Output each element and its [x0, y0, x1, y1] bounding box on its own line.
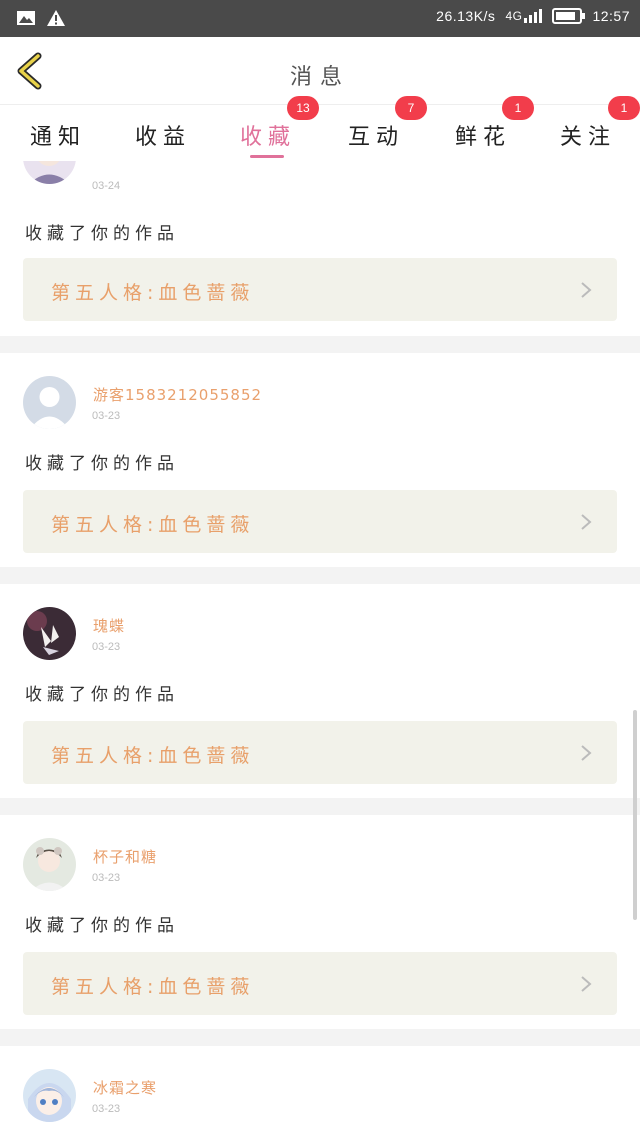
list-item: 冰霜之寒 03-23 — [0, 1046, 640, 1138]
chevron-right-icon — [581, 514, 592, 530]
tab-label: 鲜花 — [454, 125, 511, 150]
image-icon — [17, 11, 35, 25]
battery-icon — [552, 8, 586, 24]
clock: 12:57 — [592, 8, 630, 24]
timestamp: 03-23 — [92, 1103, 121, 1115]
avatar[interactable] — [23, 161, 76, 184]
tab-bar: 通知 收益 收藏 互动 鲜花 关注 — [0, 105, 640, 161]
avatar[interactable] — [23, 838, 76, 891]
interactions-badge: 7 — [395, 96, 427, 120]
work-link[interactable]: 第五人格:血色蔷薇 — [23, 952, 617, 1015]
timestamp: 03-23 — [92, 410, 121, 422]
timestamp: 03-23 — [92, 641, 121, 653]
status-bar: 26.13K/s 4G 12:57 — [0, 0, 640, 37]
tab-label: 收益 — [134, 125, 191, 150]
action-text: 收藏了你的作品 — [25, 454, 179, 474]
list-item: 瑰蝶 03-23 收藏了你的作品 第五人格:血色蔷薇 — [0, 584, 640, 798]
favorites-list[interactable]: 03-24 收藏了你的作品 第五人格:血色蔷薇 游客1583212055852 … — [0, 161, 640, 1138]
action-text: 收藏了你的作品 — [25, 224, 179, 244]
list-item: 杯子和糖 03-23 收藏了你的作品 第五人格:血色蔷薇 — [0, 815, 640, 1029]
action-text: 收藏了你的作品 — [25, 685, 179, 705]
active-tab-indicator — [250, 155, 284, 158]
username[interactable]: 瑰蝶 — [93, 615, 125, 636]
tab-label: 收藏 — [239, 125, 296, 150]
username[interactable]: 游客1583212055852 — [93, 384, 262, 405]
work-title: 第五人格:血色蔷薇 — [51, 745, 255, 767]
avatar[interactable] — [23, 376, 76, 429]
tab-follows[interactable]: 关注 — [540, 119, 636, 151]
tab-flowers[interactable]: 鲜花 — [435, 119, 531, 151]
signal-icon — [524, 9, 543, 23]
work-link[interactable]: 第五人格:血色蔷薇 — [23, 721, 617, 784]
timestamp: 03-23 — [92, 872, 121, 884]
username[interactable]: 冰霜之寒 — [93, 1077, 157, 1098]
list-item: 03-24 收藏了你的作品 第五人格:血色蔷薇 — [0, 161, 640, 336]
work-link[interactable]: 第五人格:血色蔷薇 — [23, 490, 617, 553]
list-item: 游客1583212055852 03-23 收藏了你的作品 第五人格:血色蔷薇 — [0, 353, 640, 567]
work-title: 第五人格:血色蔷薇 — [51, 514, 255, 536]
work-title: 第五人格:血色蔷薇 — [51, 976, 255, 998]
page-title: 消息 — [289, 65, 350, 90]
avatar[interactable] — [23, 607, 76, 660]
tab-interactions[interactable]: 互动 — [328, 119, 424, 151]
tab-label: 关注 — [559, 125, 616, 150]
tab-notifications[interactable]: 通知 — [10, 119, 106, 151]
warning-icon — [47, 10, 65, 26]
tab-label: 互动 — [347, 125, 404, 150]
flowers-badge: 1 — [502, 96, 534, 120]
username[interactable]: 杯子和糖 — [93, 846, 157, 867]
chevron-right-icon — [581, 976, 592, 992]
work-title: 第五人格:血色蔷薇 — [51, 282, 255, 304]
tab-favorites[interactable]: 收藏 — [220, 119, 316, 158]
app-header: 消息 — [0, 37, 640, 105]
work-link[interactable]: 第五人格:血色蔷薇 — [23, 258, 617, 321]
tab-earnings[interactable]: 收益 — [115, 119, 211, 151]
action-text: 收藏了你的作品 — [25, 916, 179, 936]
scrollbar[interactable] — [633, 710, 637, 920]
timestamp: 03-24 — [92, 180, 121, 192]
battery-level — [556, 12, 576, 20]
follows-badge: 1 — [608, 96, 640, 120]
chevron-right-icon — [581, 745, 592, 761]
network-type: 4G — [505, 9, 523, 23]
network-speed: 26.13K/s — [436, 8, 496, 24]
chevron-right-icon — [581, 282, 592, 298]
avatar[interactable] — [23, 1069, 76, 1122]
tab-label: 通知 — [29, 125, 86, 150]
favorites-badge: 13 — [287, 96, 319, 120]
